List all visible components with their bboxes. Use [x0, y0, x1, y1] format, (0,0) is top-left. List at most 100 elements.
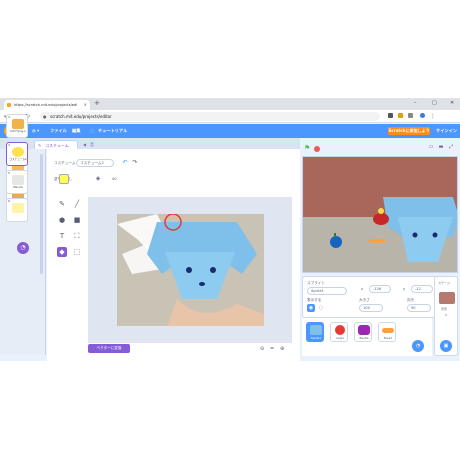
- tab-costumes[interactable]: ✎ コスチューム: [34, 140, 78, 149]
- backdrop-count: 2: [445, 313, 447, 317]
- costume-label: コスチューム2: [9, 158, 27, 161]
- tutorial-icon[interactable]: ◌: [90, 128, 94, 133]
- browser-tab-strip: https://scratch.mit.edu/projects/edi × +…: [0, 98, 460, 110]
- editor-tabs: ≡ コード ✎ コスチューム ◀ 音: [0, 138, 300, 149]
- sprite-label: Sprite1: [310, 336, 322, 340]
- menu-edit[interactable]: 編集: [72, 128, 80, 134]
- browser-toolbar: ← → ↻ ● scratch.mit.edu/projects/editor …: [0, 110, 460, 123]
- costume-number: 4: [8, 143, 10, 147]
- new-tab-icon[interactable]: +: [94, 99, 100, 107]
- costume-item-selected[interactable]: 4 コスチューム2: [6, 142, 28, 166]
- sprite-item-selected[interactable]: Sprite1: [306, 322, 324, 342]
- text-tool-icon[interactable]: T: [57, 231, 67, 241]
- hide-eye-icon[interactable]: ◌: [317, 304, 325, 312]
- show-eye-icon[interactable]: ◉: [307, 304, 315, 312]
- star-icon[interactable]: [398, 113, 403, 118]
- sprite-name-input[interactable]: Sprite1: [307, 287, 347, 295]
- sprite-item[interactable]: Apple: [330, 322, 348, 342]
- small-stage-icon[interactable]: ▭: [426, 142, 436, 152]
- address-url: scratch.mit.edu/projects/editor: [50, 114, 112, 119]
- costume-label: Wand-b: [13, 186, 23, 189]
- brush-tool-icon[interactable]: ✎: [57, 199, 67, 209]
- line-tool-icon[interactable]: ╱: [72, 199, 82, 209]
- rectangle-tool-icon[interactable]: ■: [72, 215, 82, 225]
- costume-thumbnail: [12, 175, 24, 185]
- convert-to-vector-button[interactable]: ベクターに変換: [88, 344, 130, 353]
- y-label: y: [403, 287, 406, 291]
- green-flag-icon[interactable]: ⚑: [304, 144, 310, 152]
- large-stage-icon[interactable]: ▬: [436, 142, 446, 152]
- zoom-in-icon[interactable]: ⊕: [280, 346, 284, 352]
- x-label: x: [361, 287, 364, 291]
- apple-thumbnail: [335, 325, 345, 335]
- backdrop-label: 背景: [441, 307, 448, 311]
- costume-name-label: コスチューム: [54, 161, 76, 165]
- outline-icon[interactable]: ◈: [93, 174, 103, 184]
- convert-label: ベクターに変換: [96, 346, 122, 350]
- costume-number: 5: [8, 171, 10, 175]
- minimize-icon[interactable]: –: [414, 100, 417, 106]
- add-backdrop-button[interactable]: ▣: [440, 340, 452, 352]
- address-bar[interactable]: ● scratch.mit.edu/projects/editor: [40, 112, 380, 121]
- select-tool-icon[interactable]: ⬚: [72, 247, 82, 257]
- profile-avatar[interactable]: [420, 113, 425, 118]
- show-label: 表示する: [307, 298, 322, 302]
- outline-width-value[interactable]: 40: [112, 177, 117, 181]
- costume-name-input[interactable]: コスチューム2: [76, 159, 114, 167]
- tab-costumes-label: コスチューム: [45, 143, 69, 148]
- origami-dog-photo: [117, 214, 264, 326]
- size-input[interactable]: 100: [359, 304, 383, 312]
- stage-canvas[interactable]: [302, 156, 458, 273]
- costume-list-scrollbar[interactable]: [40, 154, 43, 274]
- fullscreen-icon[interactable]: ⤢: [446, 142, 456, 152]
- zoom-reset-icon[interactable]: =: [270, 346, 274, 352]
- menu-dots-icon[interactable]: ⋮: [430, 113, 436, 120]
- costume-item[interactable]: 5 Wand-b: [6, 170, 28, 194]
- brush-icon: ✎: [38, 143, 42, 148]
- tab-close-icon[interactable]: ×: [84, 102, 87, 107]
- fill-color-swatch[interactable]: [59, 174, 69, 184]
- y-input[interactable]: -12: [411, 285, 433, 293]
- add-sprite-button[interactable]: ◔: [412, 340, 424, 352]
- sprite-label: スプライト: [307, 281, 325, 285]
- puzzle-icon[interactable]: [408, 113, 413, 118]
- costume-item[interactable]: 6: [6, 198, 28, 222]
- sprite-label: Apple: [336, 336, 344, 340]
- tab-sounds[interactable]: ◀ 音: [80, 140, 102, 149]
- beetle-thumbnail: [358, 325, 370, 335]
- stage-label: ステージ: [438, 281, 450, 285]
- scratch-favicon-icon: [7, 103, 11, 107]
- add-costume-button[interactable]: ◔: [17, 242, 29, 254]
- browser-tab[interactable]: https://scratch.mit.edu/projects/edi ×: [4, 100, 90, 110]
- costume-number: 3: [8, 115, 10, 119]
- bread-thumbnail: [382, 328, 394, 333]
- maximize-icon[interactable]: □: [432, 100, 437, 106]
- zoom-out-icon[interactable]: ⊖: [260, 346, 264, 352]
- sprite-item[interactable]: Bread: [378, 322, 396, 342]
- stop-icon[interactable]: [314, 146, 320, 152]
- join-scratch-button[interactable]: Scratchに参加しよう: [388, 127, 430, 135]
- close-window-icon[interactable]: ✕: [450, 100, 454, 106]
- costume-item[interactable]: 3 Cat Flying-a: [6, 114, 28, 138]
- x-input[interactable]: -126: [369, 285, 391, 293]
- costume-bitmap-image: [117, 214, 264, 326]
- stage-scene: [303, 157, 457, 272]
- signin-link[interactable]: サインイン: [436, 128, 457, 134]
- circle-tool-icon[interactable]: ●: [57, 215, 67, 225]
- globe-icon[interactable]: ◍ ▾: [32, 128, 39, 133]
- tab-sounds-label: 音: [90, 142, 94, 147]
- sprite-label: Beetle: [359, 336, 369, 340]
- eraser-tool-icon[interactable]: ◆: [57, 247, 67, 257]
- direction-input[interactable]: 90: [407, 304, 431, 312]
- costume-thumbnail: [12, 119, 24, 129]
- menu-file[interactable]: ファイル: [50, 128, 67, 134]
- sprite-item[interactable]: Beetle: [354, 322, 372, 342]
- redo-icon[interactable]: ↷: [130, 158, 140, 168]
- costume-thumbnail: [12, 147, 24, 157]
- fill-tool-icon[interactable]: ⛶: [72, 231, 82, 241]
- extension-icon[interactable]: [388, 113, 393, 118]
- menu-tutorials[interactable]: チュートリアル: [98, 128, 127, 134]
- scratch-menu-bar: Scratch ◍ ▾ ファイル 編集 ◌ チュートリアル Scratchに参加…: [0, 124, 460, 138]
- costume-thumbnail: [12, 203, 24, 213]
- undo-icon[interactable]: ↶: [120, 158, 130, 168]
